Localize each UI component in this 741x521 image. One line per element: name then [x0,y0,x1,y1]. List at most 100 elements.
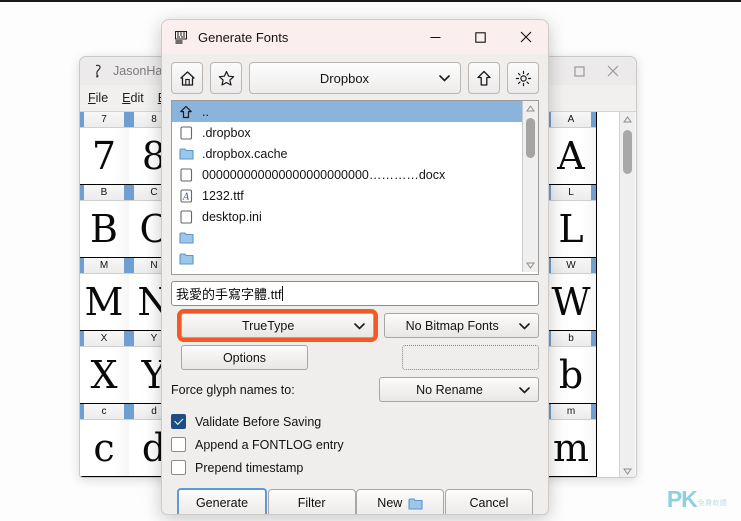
file-list-scroll-thumb[interactable] [526,118,535,158]
append-fontlog-row[interactable]: Append a FONTLOG entry [171,437,539,452]
file-icon [177,209,195,225]
filename-value: 我愛的手寫字體.ttf [176,287,282,302]
new-button-label: New [377,496,403,510]
glyph-preview: 7 [80,128,129,184]
home-button[interactable] [171,62,203,94]
glyph-names-row: Force glyph names to: No Rename [171,377,539,402]
glyph-preview: b [546,347,596,403]
scroll-up-icon[interactable] [523,101,538,115]
dialog-titlebar[interactable]: Generate Fonts [162,20,548,54]
glyph-grid-scrollbar[interactable] [619,112,635,477]
glyph-column-1[interactable]: 7 7 B B M M X X c c [80,112,130,477]
dialog-body: Dropbox .. .dropbox .dropbox.cache 00000… [162,54,548,514]
scroll-down-icon[interactable] [620,464,635,477]
options-button[interactable]: Options [181,345,308,370]
prepend-timestamp-checkbox[interactable] [171,460,186,475]
bookmark-button[interactable] [210,62,242,94]
up-arrow-icon [177,104,195,120]
glyph-label: 7 [80,112,129,128]
cancel-button[interactable]: Cancel [444,489,533,514]
font-format-dropdown[interactable]: TrueType [176,309,379,342]
font-view-close-button[interactable] [596,57,630,85]
list-item[interactable] [172,227,522,248]
generate-fonts-icon [172,28,190,46]
font-file-icon: A [177,188,195,204]
generate-button[interactable]: Generate [177,488,267,514]
menu-edit[interactable]: Edit [122,91,144,105]
filename-input[interactable]: 我愛的手寫字體.ttf [171,281,539,306]
menu-file[interactable]: File [88,91,108,105]
list-item[interactable]: .. [172,101,522,122]
glyph-preview: X [80,347,129,403]
directory-path-value: Dropbox [319,70,370,86]
list-item[interactable]: A 1232.ttf [172,185,522,206]
glyph-cell[interactable]: A A [546,112,596,185]
file-browser-toolbar[interactable]: Dropbox [171,54,539,100]
glyph-cell[interactable]: M M [80,258,129,331]
file-list[interactable]: .. .dropbox .dropbox.cache 0000000000000… [171,100,539,275]
glyph-label: M [80,258,129,274]
glyph-cell[interactable]: b b [546,331,596,404]
generate-fonts-dialog[interactable]: Generate Fonts Dropbox .. .dropbox .drop… [161,19,549,515]
glyph-label: b [546,331,596,347]
validate-before-saving-checkbox[interactable] [171,414,186,429]
list-item[interactable]: 000000000000000000000000…………docx [172,164,522,185]
dialog-action-buttons: Generate Filter New Cancel [171,488,539,514]
file-list-rows: .. .dropbox .dropbox.cache 0000000000000… [172,101,522,269]
append-fontlog-checkbox[interactable] [171,437,186,452]
list-item[interactable]: .dropbox [172,122,522,143]
glyph-label: c [80,404,129,420]
validate-before-saving-label: Validate Before Saving [195,414,322,429]
font-format-value: TrueType [241,318,295,333]
folder-icon [177,146,195,162]
glyph-label: X [80,331,129,347]
chevron-down-icon [519,386,530,394]
scroll-up-icon[interactable] [620,112,635,126]
glyph-cell[interactable]: m m [546,404,596,477]
glyph-label: m [546,404,596,420]
prepend-timestamp-row[interactable]: Prepend timestamp [171,460,539,475]
options-row: Options [171,345,539,370]
glyph-cell[interactable]: X X [80,331,129,404]
glyph-column-3[interactable]: A A L L W W b b m m [546,112,597,477]
file-icon [177,125,195,141]
validate-before-saving-row[interactable]: Validate Before Saving [171,414,539,429]
dialog-close-button[interactable] [503,20,548,54]
directory-path-dropdown[interactable]: Dropbox [249,62,461,94]
glyph-grid-scroll-thumb[interactable] [623,130,632,174]
rename-value: No Rename [416,382,483,397]
dialog-minimize-button[interactable] [413,20,458,54]
glyph-cell[interactable]: W W [546,258,596,331]
folder-icon [408,497,423,510]
list-item[interactable]: .dropbox.cache [172,143,522,164]
folder-icon [177,251,195,267]
svg-text:A: A [181,192,189,202]
rename-dropdown[interactable]: No Rename [379,377,539,402]
dialog-maximize-button[interactable] [458,20,503,54]
glyph-cell[interactable]: 7 7 [80,112,129,185]
gear-icon [515,70,532,87]
file-name: 1232.ttf [202,188,244,203]
filter-button[interactable]: Filter [267,489,356,514]
glyph-cell[interactable]: B B [80,185,129,258]
file-name: 000000000000000000000000…………docx [202,167,446,182]
scroll-down-icon[interactable] [523,258,538,272]
prepend-timestamp-label: Prepend timestamp [195,460,304,475]
top-border-rule [0,0,741,2]
font-view-maximize-button[interactable] [562,57,596,85]
file-list-scrollbar[interactable] [522,101,538,272]
glyph-label: B [80,185,129,201]
filter-button-label: Filter [297,496,326,510]
font-view-window-controls[interactable] [562,57,630,85]
new-folder-button[interactable]: New [356,489,445,514]
screenshot-root: JasonHan File Edit El Help 7 7 [0,0,741,521]
list-item[interactable]: desktop.ini [172,206,522,227]
list-item[interactable] [172,248,522,269]
glyph-cell[interactable]: L L [546,185,596,258]
bitmap-format-dropdown[interactable]: No Bitmap Fonts [384,313,539,338]
glyph-cell[interactable]: c c [80,404,129,477]
dialog-window-controls[interactable] [413,20,548,54]
parent-directory-button[interactable] [468,62,500,94]
bitmap-sizes-field[interactable] [402,345,539,370]
settings-button[interactable] [507,62,539,94]
